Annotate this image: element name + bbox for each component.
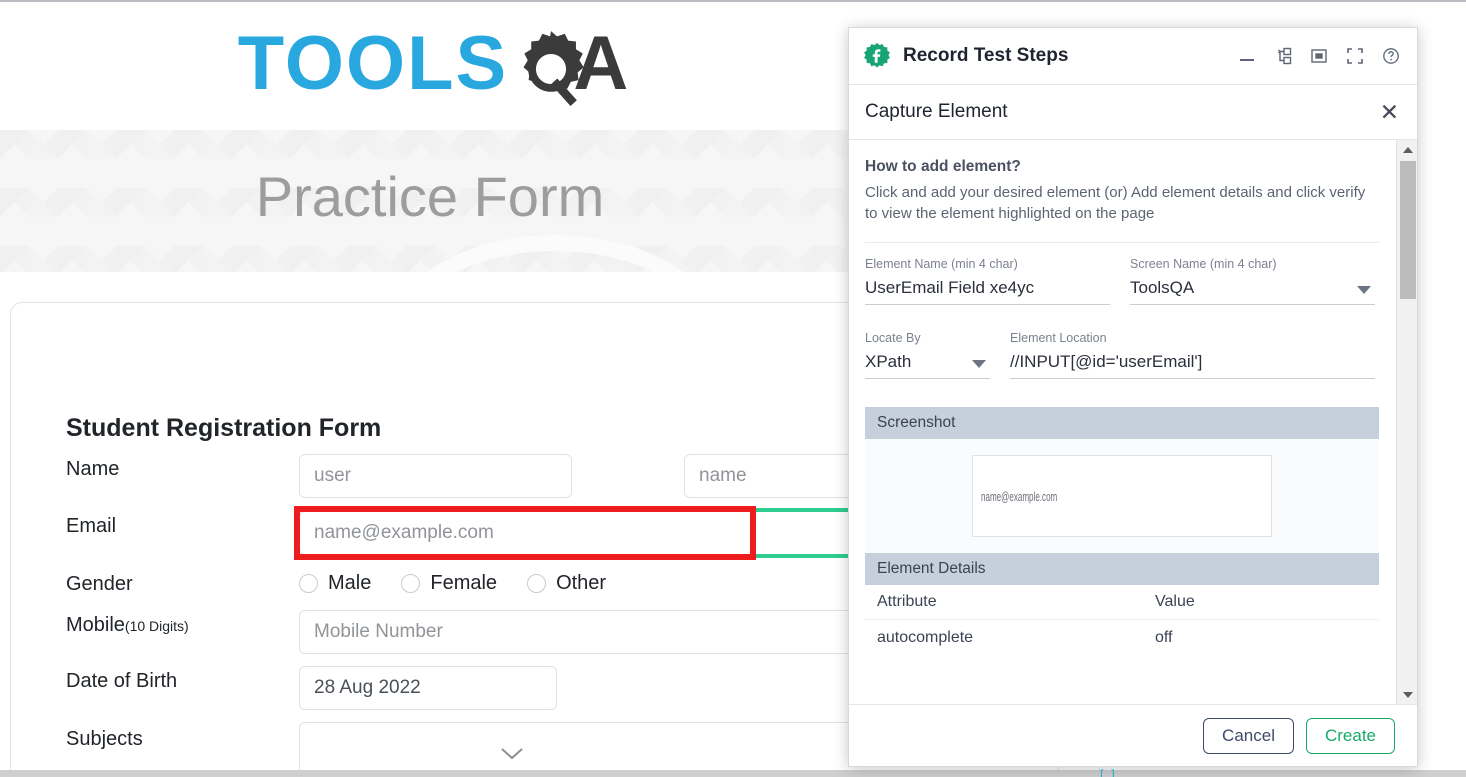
label-mobile-suffix: (10 Digits) bbox=[124, 618, 189, 634]
chevron-down-icon[interactable] bbox=[972, 360, 986, 368]
scroll-down-icon[interactable] bbox=[1397, 685, 1417, 704]
label-name: Name bbox=[66, 458, 120, 480]
page-footer-bar bbox=[0, 770, 1466, 777]
label-dob: Date of Birth bbox=[66, 670, 178, 692]
gender-label-female[interactable]: Female bbox=[430, 572, 497, 595]
element-name-input[interactable]: UserEmail Field xe4yc bbox=[865, 278, 1110, 305]
gender-radio-male[interactable] bbox=[299, 574, 318, 593]
element-location-input[interactable]: //INPUT[@id='userEmail'] bbox=[1010, 352, 1375, 379]
element-location-label: Element Location bbox=[1010, 331, 1107, 345]
minimize-icon[interactable] bbox=[1237, 46, 1257, 66]
close-icon[interactable]: ✕ bbox=[1380, 100, 1399, 124]
site-logo[interactable]: TOOLSQA A bbox=[0, 20, 860, 107]
dock-icon[interactable] bbox=[1309, 46, 1329, 66]
column-header-value: Value bbox=[1155, 593, 1195, 610]
element-capture-red bbox=[294, 506, 756, 560]
element-name-field: Element Name (min 4 char) UserEmail Fiel… bbox=[865, 257, 1110, 305]
scrollbar-thumb[interactable] bbox=[1400, 161, 1416, 299]
screen-name-label: Screen Name (min 4 char) bbox=[1130, 257, 1277, 271]
gender-radio-other[interactable] bbox=[527, 574, 547, 593]
screen-name-field: Screen Name (min 4 char) ToolsQA bbox=[1130, 257, 1375, 305]
green-gear-icon bbox=[864, 42, 890, 68]
record-test-steps-panel: Record Test Steps Capture Element ✕ How … bbox=[848, 27, 1418, 767]
screenshot-preview-area: name@example.com bbox=[865, 439, 1379, 553]
panel-title-bar: Record Test Steps bbox=[849, 28, 1417, 85]
element-details-section: Element Details Attribute Value autocomp… bbox=[865, 553, 1379, 656]
element-location-field: Element Location //INPUT[@id='userEmail'… bbox=[1010, 331, 1375, 379]
label-subjects: Subjects bbox=[66, 728, 143, 750]
panel-title: Record Test Steps bbox=[903, 45, 1069, 66]
page-footer-text: [ ] bbox=[1100, 767, 1117, 777]
capture-element-title: Capture Element bbox=[865, 101, 1008, 122]
locate-by-label: Locate By bbox=[865, 331, 921, 345]
column-header-attribute: Attribute bbox=[877, 593, 937, 610]
help-text: Click and add your desired element (or) … bbox=[865, 184, 1366, 222]
create-button[interactable]: Create bbox=[1305, 717, 1395, 754]
screen-root: TOOLSQA A Practice Form Student Registra… bbox=[0, 0, 1466, 777]
label-email: Email bbox=[66, 515, 117, 537]
cell-attribute: autocomplete bbox=[877, 629, 974, 646]
screenshot-preview-box: name@example.com bbox=[972, 455, 1272, 537]
screenshot-preview-text: name@example.com bbox=[981, 488, 1058, 504]
panel-scrollbar[interactable] bbox=[1396, 140, 1417, 704]
scroll-up-icon[interactable] bbox=[1397, 140, 1417, 159]
dob-input[interactable]: 28 Aug 2022 bbox=[299, 666, 557, 710]
page-banner: Practice Form bbox=[0, 130, 860, 272]
banner-title: Practice Form bbox=[255, 165, 605, 228]
first-name-input[interactable]: user bbox=[299, 454, 572, 498]
cell-value: off bbox=[1155, 629, 1173, 646]
help-icon[interactable] bbox=[1381, 46, 1401, 66]
panel-subheader: Capture Element ✕ bbox=[849, 85, 1417, 140]
panel-footer: Cancel Create bbox=[849, 704, 1417, 766]
gender-label-other[interactable]: Other bbox=[556, 572, 606, 595]
element-details-table-header: Attribute Value bbox=[865, 585, 1379, 620]
fullscreen-icon[interactable] bbox=[1345, 46, 1365, 66]
locate-by-field: Locate By XPath bbox=[865, 331, 990, 379]
screenshot-section: Screenshot name@example.com bbox=[865, 407, 1379, 553]
divider bbox=[865, 242, 1379, 243]
gender-label-male[interactable]: Male bbox=[328, 572, 371, 595]
chevron-down-icon[interactable] bbox=[501, 748, 523, 760]
table-row: autocomplete off bbox=[865, 620, 1379, 656]
help-title: How to add element? bbox=[865, 158, 1021, 175]
gear-magnifier-logo-icon bbox=[523, 31, 584, 106]
chevron-down-icon[interactable] bbox=[1357, 286, 1371, 294]
panel-body: How to add element? Click and add your d… bbox=[849, 140, 1417, 704]
label-gender: Gender bbox=[66, 573, 133, 595]
field-row-2: Locate By XPath Element Location //INPUT… bbox=[865, 331, 1379, 379]
panel-title-icons bbox=[1237, 46, 1401, 66]
field-row-1: Element Name (min 4 char) UserEmail Fiel… bbox=[865, 257, 1379, 305]
gender-radio-female[interactable] bbox=[401, 574, 421, 593]
sitemap-icon[interactable] bbox=[1273, 46, 1293, 66]
label-mobile: Mobile(10 Digits) bbox=[66, 614, 189, 636]
element-details-header: Element Details bbox=[865, 553, 1379, 585]
logo-text-tools: TOOLS bbox=[237, 21, 509, 106]
cancel-button[interactable]: Cancel bbox=[1203, 717, 1294, 754]
gender-radio-group: Male Female Other bbox=[299, 572, 626, 595]
form-title: Student Registration Form bbox=[66, 414, 382, 442]
screenshot-section-header: Screenshot bbox=[865, 407, 1379, 439]
element-name-label: Element Name (min 4 char) bbox=[865, 257, 1018, 271]
panel-body-inner: How to add element? Click and add your d… bbox=[849, 140, 1395, 704]
screen-name-select[interactable]: ToolsQA bbox=[1130, 278, 1375, 305]
